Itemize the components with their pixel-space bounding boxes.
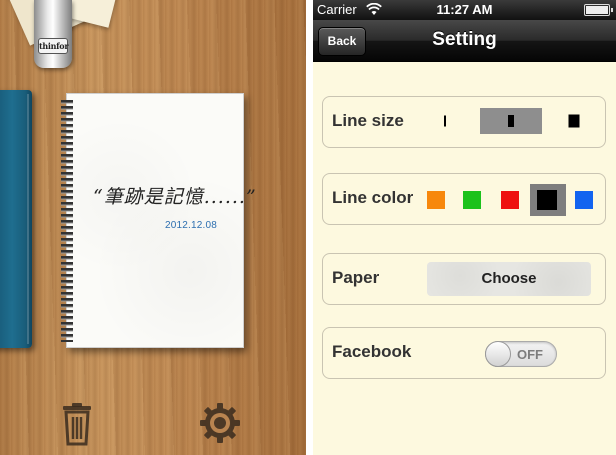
status-bar: Carrier 11:27 AM xyxy=(313,0,616,20)
notebook-shelf-screen: thinfor “筆跡是記憶......” 2012.12.08 xyxy=(0,0,306,455)
line-size-large-option[interactable] xyxy=(563,108,585,134)
color-swatch-orange[interactable] xyxy=(427,191,445,209)
screenshot-divider xyxy=(306,0,313,455)
facebook-label: Facebook xyxy=(332,342,412,361)
spiral-binding xyxy=(61,100,73,342)
gear-icon[interactable] xyxy=(200,403,240,443)
color-swatch-black-selected[interactable] xyxy=(530,184,566,216)
line-size-row: Line size xyxy=(322,96,606,148)
trash-icon[interactable] xyxy=(60,402,94,446)
settings-screen: Carrier 11:27 AM Back Setting Line size … xyxy=(313,0,616,455)
blue-notebook[interactable] xyxy=(0,90,32,348)
line-size-small-option[interactable] xyxy=(438,108,452,134)
choose-paper-button[interactable]: Choose xyxy=(427,262,591,296)
paper-row: Paper Choose xyxy=(322,253,606,305)
toggle-state-text: OFF xyxy=(517,347,543,362)
notebook-cover[interactable]: “筆跡是記憶......” 2012.12.08 xyxy=(61,93,257,348)
clip-logo-label: thinfor xyxy=(38,38,69,54)
binder-clip[interactable]: thinfor xyxy=(34,0,72,68)
color-swatch-red[interactable] xyxy=(501,191,519,209)
battery-icon xyxy=(584,4,613,16)
notebook-date: 2012.12.08 xyxy=(164,220,217,231)
notebook-title: “筆跡是記憶......” xyxy=(93,186,257,208)
facebook-toggle[interactable]: OFF xyxy=(485,341,557,367)
status-time: 11:27 AM xyxy=(436,2,493,17)
paper-label: Paper xyxy=(332,268,380,287)
navigation-bar: Back Setting xyxy=(313,20,616,62)
line-color-label: Line color xyxy=(332,188,414,207)
color-swatch-green[interactable] xyxy=(463,191,481,209)
line-color-row: Line color xyxy=(322,173,606,225)
facebook-row: Facebook OFF xyxy=(322,327,606,379)
line-size-medium-option[interactable] xyxy=(480,108,542,134)
page-title: Setting xyxy=(432,29,497,50)
line-size-label: Line size xyxy=(332,111,404,130)
color-swatch-blue[interactable] xyxy=(575,191,593,209)
toggle-knob xyxy=(485,341,511,367)
